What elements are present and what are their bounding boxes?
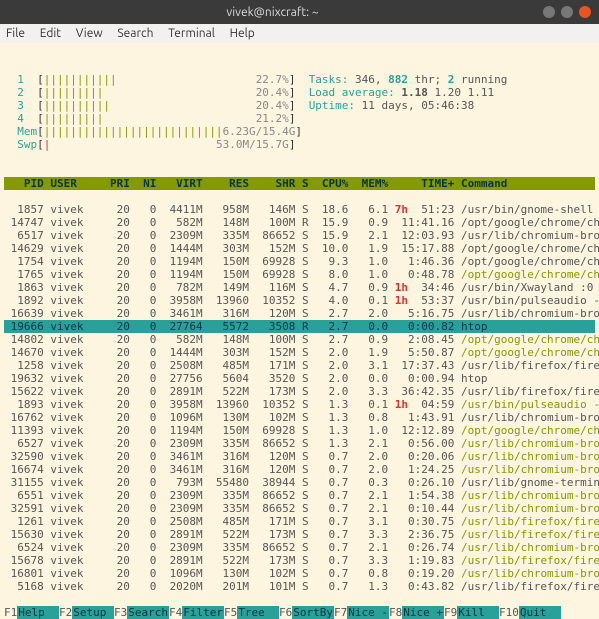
process-row[interactable]: 19666 vivek 20 0 27764 5572 3508 R 2.7 0… [4, 320, 595, 333]
meters: 1 [||||||||||| 22.7%] Tasks: 346, 882 th… [4, 60, 595, 164]
process-row[interactable]: 14747 vivek 20 0 582M 148M 100M R 15.9 0… [4, 216, 595, 229]
process-row[interactable]: 15622 vivek 20 0 2891M 522M 173M S 2.0 3… [4, 385, 595, 398]
function-key-bar[interactable]: F1Help F2Setup F3SearchF4FilterF5Tree F6… [4, 606, 561, 619]
fkey-F9[interactable]: F9 [444, 606, 457, 619]
process-row[interactable]: 6517 vivek 20 0 2309M 335M 86652 S 15.9 … [4, 229, 595, 242]
menu-edit[interactable]: Edit [40, 27, 61, 40]
menu-view[interactable]: View [76, 27, 103, 40]
fkey-F5[interactable]: F5 [224, 606, 237, 619]
fkey-F6[interactable]: F6 [279, 606, 292, 619]
process-row[interactable]: 31155 vivek 20 0 793M 55480 38944 S 0.7 … [4, 476, 595, 489]
process-row[interactable]: 1893 vivek 20 0 3958M 13960 10352 S 1.3 … [4, 398, 595, 411]
process-row[interactable]: 14670 vivek 20 0 1444M 303M 152M S 2.0 1… [4, 346, 595, 359]
fkey-label: Quit [519, 606, 561, 619]
process-list[interactable]: 1857 vivek 20 0 4411M 958M 146M S 18.6 6… [4, 203, 595, 593]
menubar: File Edit View Search Terminal Help [0, 24, 599, 43]
process-row[interactable]: 14802 vivek 20 0 582M 148M 100M S 2.7 0.… [4, 333, 595, 346]
fkey-F10[interactable]: F10 [499, 606, 519, 619]
fkey-F2[interactable]: F2 [59, 606, 72, 619]
fkey-label: Tree [237, 606, 279, 619]
fkey-label: Nice + [402, 606, 444, 619]
process-row[interactable]: 1754 vivek 20 0 1194M 150M 69928 S 9.3 1… [4, 255, 595, 268]
process-row[interactable]: 1863 vivek 20 0 782M 149M 116M S 4.7 0.9… [4, 281, 595, 294]
fkey-label: Nice - [347, 606, 389, 619]
process-row[interactable]: 14629 vivek 20 0 1444M 303M 152M S 10.0 … [4, 242, 595, 255]
process-row[interactable]: 1765 vivek 20 0 1194M 150M 69928 S 8.0 1… [4, 268, 595, 281]
terminal[interactable]: 1 [||||||||||| 22.7%] Tasks: 346, 882 th… [0, 43, 599, 619]
process-row[interactable]: 6524 vivek 20 0 2309M 335M 86652 S 0.7 2… [4, 541, 595, 554]
process-row[interactable]: 11393 vivek 20 0 1194M 150M 69928 S 1.3 … [4, 424, 595, 437]
process-row[interactable]: 1892 vivek 20 0 3958M 13960 10352 S 4.0 … [4, 294, 595, 307]
process-row[interactable]: 5168 vivek 20 0 2020M 201M 101M S 0.7 1.… [4, 580, 595, 593]
process-row[interactable]: 6551 vivek 20 0 2309M 335M 86652 S 0.7 2… [4, 489, 595, 502]
process-row[interactable]: 15678 vivek 20 0 2891M 522M 173M S 0.7 3… [4, 554, 595, 567]
process-row[interactable]: 15630 vivek 20 0 2891M 522M 173M S 0.7 3… [4, 528, 595, 541]
fkey-F4[interactable]: F4 [169, 606, 182, 619]
fkey-label: Filter [182, 606, 224, 619]
fkey-label: Help [17, 606, 59, 619]
process-row[interactable]: 6527 vivek 20 0 2309M 335M 86652 S 1.3 2… [4, 437, 595, 450]
process-header[interactable]: PID USER PRI NI VIRT RES SHR S CPU% MEM%… [4, 177, 595, 190]
process-row[interactable]: 16674 vivek 20 0 3461M 316M 120M S 0.7 2… [4, 463, 595, 476]
fkey-F7[interactable]: F7 [334, 606, 347, 619]
close-icon[interactable] [579, 6, 591, 18]
process-row[interactable]: 16762 vivek 20 0 1096M 130M 102M S 1.3 0… [4, 411, 595, 424]
fkey-label: Setup [72, 606, 114, 619]
process-row[interactable]: 19632 vivek 20 0 27756 5604 3520 S 2.0 0… [4, 372, 595, 385]
process-row[interactable]: 1258 vivek 20 0 2508M 485M 171M S 2.0 3.… [4, 359, 595, 372]
menu-search[interactable]: Search [117, 27, 153, 40]
fkey-label: SortBy [292, 606, 334, 619]
process-row[interactable]: 16639 vivek 20 0 3461M 316M 120M S 2.7 2… [4, 307, 595, 320]
fkey-F3[interactable]: F3 [114, 606, 127, 619]
process-row[interactable]: 1261 vivek 20 0 2508M 485M 171M S 0.7 3.… [4, 515, 595, 528]
menu-help[interactable]: Help [230, 27, 255, 40]
window-title: vivek@nixcraft: ~ [8, 6, 537, 19]
menu-file[interactable]: File [6, 27, 25, 40]
process-row[interactable]: 1857 vivek 20 0 4411M 958M 146M S 18.6 6… [4, 203, 595, 216]
fkey-label: Kill [457, 606, 499, 619]
maximize-icon[interactable] [561, 6, 573, 18]
window-titlebar: vivek@nixcraft: ~ [0, 0, 599, 24]
fkey-label: Search [127, 606, 169, 619]
minimize-icon[interactable] [543, 6, 555, 18]
menu-terminal[interactable]: Terminal [168, 27, 215, 40]
process-row[interactable]: 16801 vivek 20 0 1096M 130M 102M S 0.7 0… [4, 567, 595, 580]
process-row[interactable]: 32590 vivek 20 0 3461M 316M 120M S 0.7 2… [4, 450, 595, 463]
fkey-F1[interactable]: F1 [4, 606, 17, 619]
process-row[interactable]: 32591 vivek 20 0 2309M 335M 86652 S 0.7 … [4, 502, 595, 515]
fkey-F8[interactable]: F8 [389, 606, 402, 619]
